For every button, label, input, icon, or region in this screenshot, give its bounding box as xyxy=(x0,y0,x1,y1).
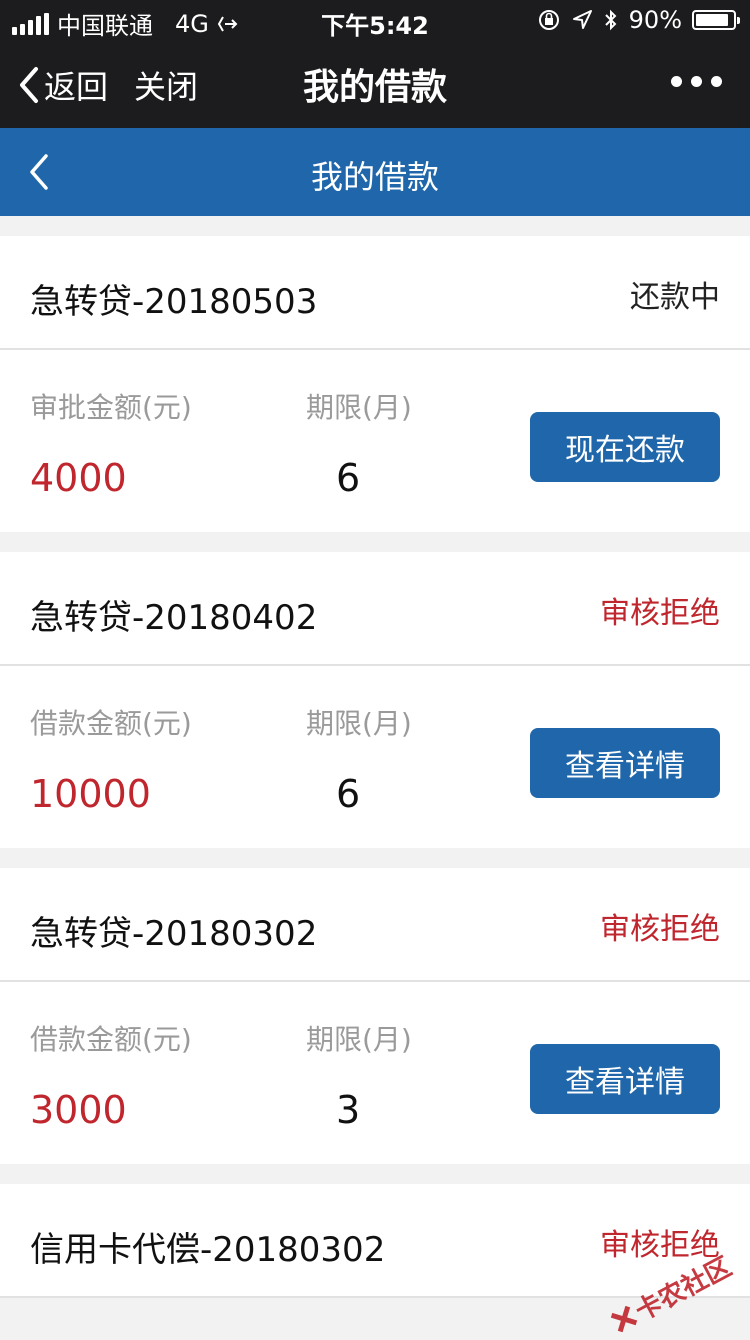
amount-label: 审批金额(元) xyxy=(30,391,192,424)
loan-card-header: 急转贷-20180402 审核拒绝 xyxy=(0,552,750,666)
more-icon[interactable] xyxy=(671,76,722,87)
loan-name: 急转贷-20180402 xyxy=(30,598,318,638)
battery-fill xyxy=(696,14,728,26)
loan-list: 急转贷-20180503 还款中 审批金额(元) 期限(月) 4000 6 现在… xyxy=(0,236,750,1318)
status-bar: 中国联通 4G 下午5:42 90% xyxy=(0,0,750,40)
loan-status: 审核拒绝 xyxy=(600,912,720,947)
battery-icon xyxy=(692,10,740,30)
term-value: 6 xyxy=(336,456,361,500)
loan-card-body: 借款金额(元) 期限(月) 3000 3 查看详情 xyxy=(0,982,750,1164)
loan-card-header: 急转贷-20180503 还款中 xyxy=(0,236,750,350)
battery-percent: 90% xyxy=(628,6,682,34)
status-right: 90% xyxy=(537,6,740,34)
view-details-button[interactable]: 查看详情 xyxy=(530,728,720,798)
view-details-button[interactable]: 查看详情 xyxy=(530,1044,720,1114)
loan-card-body: 审批金额(元) 期限(月) 4000 6 现在还款 xyxy=(0,350,750,532)
amount-value: 4000 xyxy=(30,456,127,500)
loan-name: 信用卡代偿-20180302 xyxy=(30,1230,386,1270)
loan-card-header: 急转贷-20180302 审核拒绝 xyxy=(0,868,750,982)
loan-card-header: 信用卡代偿-20180302 审核拒绝 xyxy=(0,1184,750,1298)
term-label: 期限(月) xyxy=(306,391,412,424)
loan-status: 审核拒绝 xyxy=(600,596,720,631)
wechat-nav-bar: 返回 关闭 我的借款 xyxy=(0,40,750,128)
loan-card-body: 借款金额(元) 期限(月) 10000 6 查看详情 xyxy=(0,666,750,848)
term-label: 期限(月) xyxy=(306,707,412,740)
rotation-lock-icon xyxy=(538,10,559,30)
loan-status: 还款中 xyxy=(630,280,720,315)
loan-name: 急转贷-20180503 xyxy=(30,282,318,322)
loan-card: 急转贷-20180402 审核拒绝 借款金额(元) 期限(月) 10000 6 … xyxy=(0,552,750,848)
amount-label: 借款金额(元) xyxy=(30,707,192,740)
loan-card: 信用卡代偿-20180302 审核拒绝 xyxy=(0,1184,750,1298)
wechat-title: 我的借款 xyxy=(302,67,447,108)
term-label: 期限(月) xyxy=(306,1023,412,1056)
repay-now-button[interactable]: 现在还款 xyxy=(530,412,720,482)
watermark-mark-icon xyxy=(608,1304,638,1334)
location-icon xyxy=(572,10,592,29)
page-title: 我的借款 xyxy=(310,158,439,196)
loan-card: 急转贷-20180302 审核拒绝 借款金额(元) 期限(月) 3000 3 查… xyxy=(0,868,750,1164)
loan-name: 急转贷-20180302 xyxy=(30,914,318,954)
loan-card: 急转贷-20180503 还款中 审批金额(元) 期限(月) 4000 6 现在… xyxy=(0,236,750,532)
app-header: 我的借款 xyxy=(0,128,750,216)
amount-label: 借款金额(元) xyxy=(30,1023,192,1056)
amount-value: 10000 xyxy=(30,772,151,816)
term-value: 3 xyxy=(336,1088,361,1132)
amount-value: 3000 xyxy=(30,1088,127,1132)
term-value: 6 xyxy=(336,772,361,816)
bluetooth-icon xyxy=(604,9,617,31)
